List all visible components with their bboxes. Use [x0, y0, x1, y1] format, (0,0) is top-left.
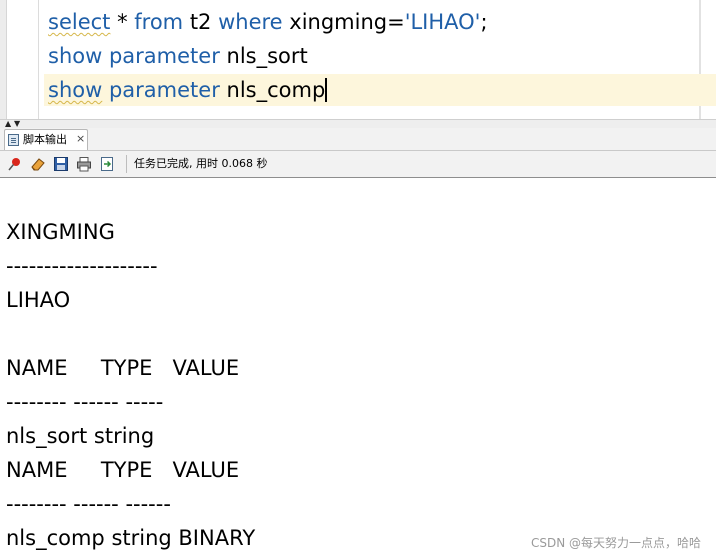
collapse-up-icon[interactable]: ▲	[5, 120, 11, 128]
print-icon[interactable]	[76, 156, 92, 172]
close-icon[interactable]: ×	[76, 129, 85, 149]
output-line: NAME TYPE VALUE	[6, 356, 240, 380]
code-line-1[interactable]: select * from t2 where xingming='LIHAO';	[48, 6, 488, 38]
output-line: --------------------	[6, 254, 158, 278]
output-tab-bar: 脚本输出 ×	[0, 128, 716, 151]
output-line: NAME TYPE VALUE	[6, 458, 240, 482]
editor-gutter	[0, 0, 7, 119]
task-status-text: 任务已完成, 用时 0.068 秒	[134, 157, 268, 170]
output-toolbar: 任务已完成, 用时 0.068 秒	[0, 151, 716, 178]
code-token: ;	[480, 10, 488, 34]
code-token: t2	[183, 10, 219, 34]
code-token: xingming=	[282, 10, 405, 34]
text-caret	[325, 78, 328, 102]
sql-editor[interactable]: select * from t2 where xingming='LIHAO';…	[0, 0, 716, 119]
code-token: nls_sort	[219, 44, 308, 68]
output-line: nls_sort string	[6, 424, 155, 448]
keyword-from: from	[134, 10, 184, 34]
tab-script-output[interactable]: 脚本输出 ×	[4, 129, 88, 150]
code-line-3-current[interactable]: show parameter nls_comp	[44, 74, 716, 106]
pin-icon[interactable]	[7, 156, 23, 172]
keyword-show: show	[48, 78, 103, 102]
keyword-parameter: parameter	[102, 44, 220, 68]
script-output-icon	[8, 134, 19, 146]
keyword-show: show	[48, 44, 103, 68]
output-line: -------- ------ ------	[6, 492, 171, 516]
keyword-select: select	[48, 10, 111, 34]
output-line: nls_comp string BINARY	[6, 526, 256, 550]
code-token: *	[110, 10, 135, 34]
export-icon[interactable]	[99, 156, 115, 172]
gutter-divider	[38, 0, 39, 119]
output-line: -------- ------ -----	[6, 390, 164, 414]
collapse-down-icon[interactable]: ▼	[14, 120, 20, 128]
eraser-icon[interactable]	[30, 156, 46, 172]
string-literal: 'LIHAO'	[404, 10, 481, 34]
tab-label: 脚本输出	[23, 133, 67, 146]
output-line: LIHAO	[6, 288, 71, 312]
output-line: XINGMING	[6, 220, 115, 244]
csdn-watermark: CSDN @每天努力一点点，哈哈	[530, 536, 701, 550]
code-line-2[interactable]: show parameter nls_sort	[48, 40, 308, 72]
toolbar-separator	[126, 155, 127, 173]
code-token: nls_comp	[219, 78, 326, 102]
keyword-parameter: parameter	[102, 78, 220, 102]
save-icon[interactable]	[53, 156, 69, 172]
keyword-where: where	[218, 10, 283, 34]
